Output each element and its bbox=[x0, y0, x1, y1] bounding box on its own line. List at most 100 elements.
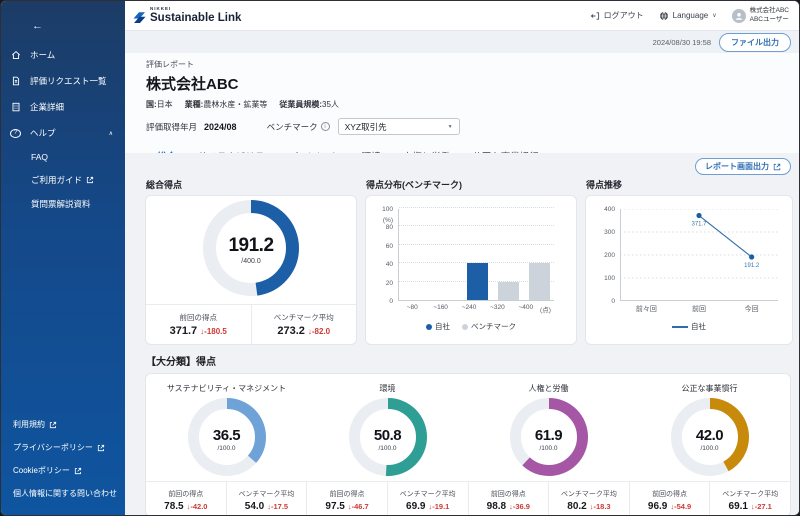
account-user: ABCユーザー bbox=[750, 16, 789, 25]
category-donut-sustainability: 36.5 /100.0 bbox=[188, 398, 266, 481]
category-scores-card: サステナビリティ・マネジメント 36.5 /100.0 環境 50. bbox=[145, 373, 791, 515]
period-label: 評価取得年月 bbox=[146, 121, 197, 133]
sidebar-item-label: ヘルプ bbox=[30, 127, 100, 139]
section-heading-major-categories: 【大分類】得点 bbox=[146, 353, 791, 368]
score-trend-card: 0100200300400 371.7 191.2 前々回前回今回 自社 bbox=[585, 195, 793, 345]
sidebar-subitem-guide[interactable]: ご利用ガイド bbox=[1, 168, 125, 192]
home-icon bbox=[10, 50, 21, 61]
card-title-overall-score: 総合得点 bbox=[146, 178, 357, 191]
delta-down: ↓-82.0 bbox=[308, 327, 330, 336]
category-human-rights: 人権と労働 61.9 /100.0 bbox=[468, 374, 629, 481]
legend-item: 自社 bbox=[672, 321, 706, 332]
meta-label: 国: bbox=[146, 100, 157, 109]
overall-score-max: /400.0 bbox=[241, 258, 260, 265]
sidebar-footer: 利用規約 プライバシーポリシー Cookieポリシー 個人情報に関する問い合わせ bbox=[1, 413, 125, 515]
previous-score-stat: 前回の得点 98.8↓-36.9 bbox=[468, 482, 549, 515]
benchmark-select[interactable]: XYZ取引先 ▼ bbox=[338, 118, 460, 135]
header-actions: ログアウト Language ∨ 株式会社ABC ABCユーザー bbox=[590, 7, 789, 25]
category-stats-row: 前回の得点 78.5↓-42.0 ベンチマーク平均 54.0↓-17.5 前回の… bbox=[146, 481, 790, 515]
period-value: 2024/08 bbox=[204, 122, 237, 132]
benchmark-select-value: XYZ取引先 bbox=[345, 121, 448, 133]
file-output-button[interactable]: ファイル出力 bbox=[719, 33, 791, 52]
bar-legend: 自社ベンチマーク bbox=[376, 321, 566, 332]
chevron-down-icon: ∨ bbox=[712, 12, 716, 19]
overall-score-donut: 191.2 /400.0 bbox=[203, 200, 299, 301]
sidebar-item-help[interactable]: ? ヘルプ ∧ bbox=[1, 120, 125, 146]
svg-text:371.7: 371.7 bbox=[691, 222, 707, 228]
page-title: 株式会社ABC bbox=[146, 73, 791, 94]
previous-score-stat: 前回の得点 78.5↓-42.0 bbox=[146, 482, 226, 515]
toolbar: 2024/08/30 19:58 ファイル出力 bbox=[125, 31, 799, 53]
sidebar-item-requests[interactable]: 評価リクエスト一覧 bbox=[1, 68, 125, 94]
brand-small-label: NIKKEI bbox=[150, 7, 241, 12]
bar-~320 bbox=[498, 282, 519, 300]
help-icon: ? bbox=[10, 129, 21, 138]
sidebar-subitem-label: ご利用ガイド bbox=[31, 174, 82, 186]
footer-link-privacy[interactable]: プライバシーポリシー bbox=[13, 436, 117, 459]
brand-label: Sustainable Link bbox=[150, 13, 241, 25]
external-link-icon bbox=[49, 421, 57, 429]
benchmark-average-stat: ベンチマーク平均 54.0↓-17.5 bbox=[226, 482, 307, 515]
export-icon bbox=[773, 163, 781, 171]
sidebar-spacer bbox=[1, 216, 125, 413]
sidebar-item-label: 評価リクエスト一覧 bbox=[30, 75, 117, 87]
footer-link-terms[interactable]: 利用規約 bbox=[13, 413, 117, 436]
benchmark-average-stat: ベンチマーク平均 273.2↓-82.0 bbox=[251, 305, 357, 344]
chevron-up-icon: ∧ bbox=[109, 130, 113, 137]
sidebar-item-home[interactable]: ホーム bbox=[1, 42, 125, 68]
avatar bbox=[732, 9, 746, 23]
sidebar-item-company-detail[interactable]: 企業詳細 bbox=[1, 94, 125, 120]
line-ylabels: 0100200300400 bbox=[596, 209, 620, 301]
sidebar-subitem-question-guide[interactable]: 質問票解説資料 bbox=[1, 192, 125, 216]
globe-icon bbox=[659, 11, 669, 21]
top-header: NIKKEI Sustainable Link ログアウト Language ∨ bbox=[125, 1, 799, 31]
data-point bbox=[696, 213, 701, 218]
main-area: NIKKEI Sustainable Link ログアウト Language ∨ bbox=[125, 1, 799, 515]
logout-icon bbox=[590, 11, 600, 21]
report-export-button[interactable]: レポート画面出力 bbox=[695, 158, 791, 175]
info-icon[interactable]: i bbox=[321, 122, 330, 131]
line-xlabels: 前々回前回今回 bbox=[620, 301, 778, 314]
back-arrow-icon[interactable]: ← bbox=[32, 20, 43, 32]
category-donut-fair-business: 42.0 /100.0 bbox=[671, 398, 749, 481]
language-selector[interactable]: Language ∨ bbox=[659, 11, 717, 21]
sidebar: ← ホーム 評価リクエスト一覧 企業詳細 ? bbox=[1, 1, 125, 515]
export-row: レポート画面出力 bbox=[145, 156, 791, 176]
bar-plot bbox=[398, 209, 554, 301]
card-title-score-trend: 得点推移 bbox=[586, 178, 793, 191]
external-link-icon bbox=[97, 444, 105, 452]
select-caret-icon: ▼ bbox=[448, 124, 453, 130]
building-icon bbox=[10, 102, 21, 113]
data-point bbox=[749, 254, 754, 259]
line-plot: 371.7 191.2 bbox=[620, 209, 778, 301]
delta-down: ↓-180.5 bbox=[200, 327, 227, 336]
benchmark-average-stat: ベンチマーク平均 69.1↓-27.1 bbox=[709, 482, 790, 515]
overall-score-card: 191.2 /400.0 前回の得点 371.7↓-180.5 bbox=[145, 195, 357, 345]
bar-~400 bbox=[529, 263, 550, 300]
sidebar-collapse[interactable]: ← bbox=[1, 1, 125, 42]
logout-button[interactable]: ログアウト bbox=[590, 10, 644, 21]
dashboard-content: レポート画面出力 総合得点 191.2 /400.0 bbox=[125, 153, 799, 515]
previous-score-stat: 前回の得点 371.7↓-180.5 bbox=[146, 305, 251, 344]
account-menu[interactable]: 株式会社ABC ABCユーザー bbox=[732, 7, 789, 25]
meta-label: 従業員規模: bbox=[279, 100, 322, 109]
external-link-icon bbox=[86, 176, 94, 184]
footer-link-personal-info[interactable]: 個人情報に関する問い合わせ bbox=[13, 482, 117, 505]
account-company: 株式会社ABC bbox=[750, 7, 789, 16]
svg-text:191.2: 191.2 bbox=[744, 263, 760, 269]
benchmark-average-stat: ベンチマーク平均 69.9↓-19.1 bbox=[387, 482, 468, 515]
overall-score-value: 191.2 bbox=[228, 235, 273, 257]
previous-score-stat: 前回の得点 96.9↓-54.9 bbox=[629, 482, 710, 515]
meta-value: 日本 bbox=[157, 100, 173, 109]
sidebar-subitem-faq[interactable]: FAQ bbox=[1, 146, 125, 168]
category-donut-human-rights: 61.9 /100.0 bbox=[510, 398, 588, 481]
card-title-score-distribution: 得点分布(ベンチマーク) bbox=[366, 178, 577, 191]
legend-item: ベンチマーク bbox=[462, 321, 516, 332]
app-window: ← ホーム 評価リクエスト一覧 企業詳細 ? bbox=[0, 0, 800, 516]
report-header: 評価レポート 株式会社ABC 国:日本 業種:農林水産・鉱業等 従業員規模:35… bbox=[125, 53, 799, 153]
category-environment: 環境 50.8 /100.0 bbox=[307, 374, 468, 481]
footer-link-cookie[interactable]: Cookieポリシー bbox=[13, 459, 117, 482]
bar-~240 bbox=[467, 263, 488, 300]
benchmark-average-stat: ベンチマーク平均 80.2↓-18.3 bbox=[548, 482, 629, 515]
line-legend: 自社 bbox=[596, 321, 782, 332]
